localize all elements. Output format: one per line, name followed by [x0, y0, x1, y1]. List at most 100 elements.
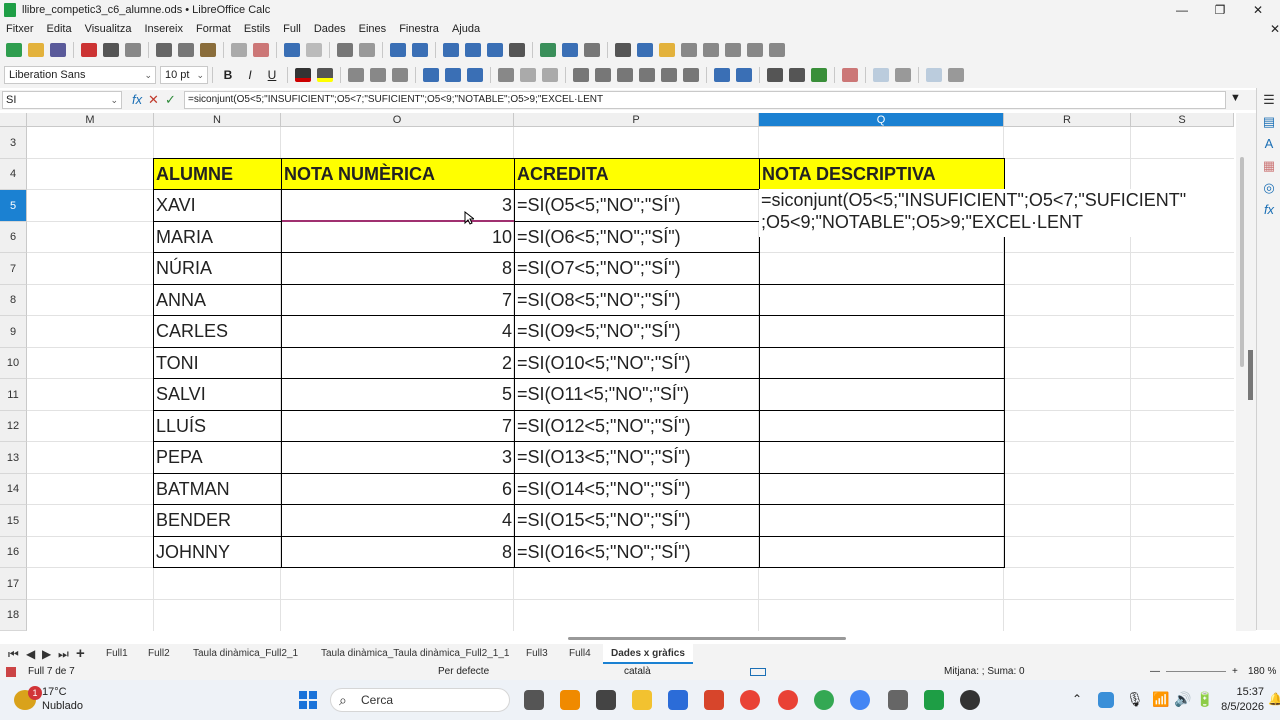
text-horizontal-icon[interactable]	[926, 68, 942, 82]
minimize-button[interactable]: —	[1162, 0, 1202, 20]
undo-icon[interactable]	[284, 43, 300, 57]
bold-button[interactable]: B	[218, 68, 238, 82]
hamburger-menu-icon[interactable]: ☰	[1261, 92, 1277, 108]
cancel-icon[interactable]: ✕	[148, 91, 159, 109]
menu-visualitza[interactable]: Visualitza	[85, 23, 132, 35]
row-header[interactable]: 4	[0, 159, 27, 190]
font-size-box[interactable]: 10 pt ⌄	[160, 66, 208, 84]
row-header[interactable]: 13	[0, 442, 27, 474]
new-icon[interactable]	[6, 43, 22, 57]
chrome-profile-4-icon[interactable]	[850, 690, 870, 710]
pivot-table-icon[interactable]	[584, 43, 600, 57]
selection-mode-icon[interactable]	[750, 668, 766, 676]
navigator-icon[interactable]: ◎	[1261, 180, 1277, 196]
cell-acredita[interactable]: =SI(O7<5;"NO";"SÍ")	[515, 253, 759, 285]
header-nota-descriptiva[interactable]: NOTA DESCRIPTIVA	[760, 159, 1004, 190]
cell-nota-descriptiva[interactable]	[760, 285, 1004, 316]
left-to-right-icon[interactable]	[873, 68, 889, 82]
scroll-thumb[interactable]	[1240, 157, 1244, 367]
cell-nota-numerica[interactable]: 8	[282, 253, 514, 285]
menu-ajuda[interactable]: Ajuda	[452, 23, 480, 35]
text-vertical-icon[interactable]	[948, 68, 964, 82]
menu-dades[interactable]: Dades	[314, 23, 346, 35]
find-replace-icon[interactable]	[337, 43, 353, 57]
zoom-in-icon[interactable]: +	[1232, 666, 1238, 677]
properties-icon[interactable]: ▤	[1261, 114, 1277, 130]
merge-center-icon[interactable]	[542, 68, 558, 82]
headers-footers-icon[interactable]	[681, 43, 697, 57]
column-header-q[interactable]: Q	[759, 113, 1004, 127]
close-button[interactable]: ✕	[1238, 0, 1278, 20]
cell-alumne[interactable]: NÚRIA	[154, 253, 281, 285]
percent-icon[interactable]	[595, 68, 611, 82]
cell-acredita[interactable]: =SI(O8<5;"NO";"SÍ")	[515, 285, 759, 316]
cell-alumne[interactable]: BATMAN	[154, 474, 281, 505]
cell-nota-numerica[interactable]: 7	[282, 411, 514, 442]
cell-acredita[interactable]: =SI(O14<5;"NO";"SÍ")	[515, 474, 759, 505]
cell-acredita[interactable]: =SI(O16<5;"NO";"SÍ")	[515, 537, 759, 568]
freeze-rows-columns-icon[interactable]	[725, 43, 741, 57]
cell-acredita[interactable]: =SI(O15<5;"NO";"SÍ")	[515, 505, 759, 537]
task-view-icon[interactable]	[524, 690, 544, 710]
header-nota-numerica[interactable]: NOTA NUMÈRICA	[282, 159, 514, 190]
wifi-icon[interactable]: 📶	[1152, 691, 1169, 708]
libreoffice-calc-icon[interactable]	[924, 690, 944, 710]
sheet-tab-full2[interactable]: Full2	[148, 644, 170, 664]
spelling-icon[interactable]	[359, 43, 375, 57]
menu-format[interactable]: Format	[196, 23, 231, 35]
special-character-icon[interactable]	[615, 43, 631, 57]
column-header-o[interactable]: O	[281, 113, 514, 127]
border-color-icon[interactable]	[811, 68, 827, 82]
store-icon[interactable]	[668, 690, 688, 710]
row-header[interactable]: 16	[0, 537, 27, 568]
underline-button[interactable]: U	[262, 68, 282, 82]
functions-icon[interactable]: fx	[1261, 202, 1277, 218]
chrome-profile-3-icon[interactable]	[814, 690, 834, 710]
row-header[interactable]: 10	[0, 348, 27, 379]
close-document-icon[interactable]: ✕	[1270, 22, 1280, 36]
vertical-scrollbar[interactable]	[1236, 113, 1256, 631]
row-header[interactable]: 6	[0, 222, 27, 253]
menu-edita[interactable]: Edita	[47, 23, 72, 35]
font-name-box[interactable]: Liberation Sans ⌄	[4, 66, 156, 84]
cell-acredita[interactable]: =SI(O5<5;"NO";"SÍ")	[515, 190, 759, 222]
security-icon[interactable]	[1098, 692, 1114, 708]
sheet-tab-full4[interactable]: Full4	[569, 644, 591, 664]
styles-icon[interactable]: A	[1261, 136, 1277, 152]
align-left-icon[interactable]	[348, 68, 364, 82]
chrome-icon[interactable]	[740, 690, 760, 710]
menu-eines[interactable]: Eines	[359, 23, 387, 35]
cell-nota-descriptiva[interactable]	[760, 442, 1004, 474]
cell-nota-descriptiva[interactable]	[760, 474, 1004, 505]
menu-finestra[interactable]: Finestra	[399, 23, 439, 35]
split-window-icon[interactable]	[747, 43, 763, 57]
cell-acredita[interactable]: =SI(O6<5;"NO";"SÍ")	[515, 222, 759, 253]
cell-alumne[interactable]: BENDER	[154, 505, 281, 537]
redo-icon[interactable]	[306, 43, 322, 57]
borders-icon[interactable]	[767, 68, 783, 82]
cell-nota-numerica[interactable]: 8	[282, 537, 514, 568]
cut-icon[interactable]	[156, 43, 172, 57]
clock-date[interactable]: 8/5/2026	[1204, 701, 1264, 713]
center-vertically-icon[interactable]	[445, 68, 461, 82]
cell-alumne[interactable]: TONI	[154, 348, 281, 379]
decrease-indent-icon[interactable]	[736, 68, 752, 82]
windows-start-icon[interactable]	[298, 690, 318, 710]
zoom-slider[interactable]	[1166, 671, 1226, 672]
align-right-icon[interactable]	[392, 68, 408, 82]
sheet-tab-full3[interactable]: Full3	[526, 644, 548, 664]
cell-acredita[interactable]: =SI(O9<5;"NO";"SÍ")	[515, 316, 759, 348]
cell-nota-descriptiva[interactable]	[760, 537, 1004, 568]
horizontal-scrollbar[interactable]	[568, 637, 846, 640]
date-format-icon[interactable]	[639, 68, 655, 82]
menu-full[interactable]: Full	[283, 23, 301, 35]
cell-alumne[interactable]: CARLES	[154, 316, 281, 348]
italic-button[interactable]: I	[240, 68, 260, 82]
clone-formatting-icon[interactable]	[231, 43, 247, 57]
row-header[interactable]: 9	[0, 316, 27, 348]
cell-nota-numerica[interactable]: 3	[282, 442, 514, 474]
cell-nota-descriptiva[interactable]	[760, 253, 1004, 285]
menu-insereix[interactable]: Insereix	[144, 23, 183, 35]
row-header[interactable]: 15	[0, 505, 27, 537]
copy-icon[interactable]	[178, 43, 194, 57]
